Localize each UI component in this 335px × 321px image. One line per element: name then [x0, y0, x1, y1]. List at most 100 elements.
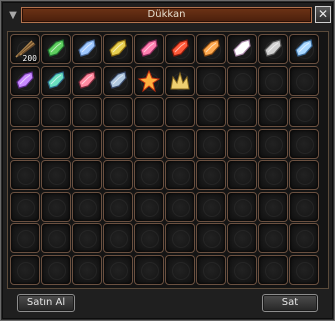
shop-slot[interactable] [165, 160, 195, 190]
shop-slot[interactable] [10, 160, 40, 190]
shop-slot[interactable] [41, 65, 71, 96]
shop-slot[interactable] [258, 128, 288, 159]
shop-slot[interactable] [10, 254, 40, 285]
shop-slot[interactable] [227, 254, 257, 285]
close-button[interactable]: ✕ [315, 6, 331, 23]
shop-slot[interactable] [196, 254, 226, 285]
shop-slot[interactable] [165, 223, 195, 253]
shop-slot[interactable] [196, 128, 226, 159]
purple-gem-icon [13, 69, 37, 93]
shop-slot[interactable] [196, 97, 226, 127]
shop-slot[interactable] [10, 191, 40, 222]
shop-slot[interactable] [289, 254, 319, 285]
shop-slot[interactable] [72, 191, 102, 222]
shop-slot[interactable] [258, 97, 288, 127]
shop-slot[interactable] [227, 34, 257, 64]
window-title: Dükkan [147, 9, 186, 20]
shop-slot[interactable] [41, 254, 71, 285]
shop-slot[interactable] [289, 160, 319, 190]
shop-slot[interactable] [41, 128, 71, 159]
shop-slot[interactable] [10, 97, 40, 127]
shop-slot[interactable] [289, 128, 319, 159]
shop-slot[interactable] [196, 34, 226, 64]
pink-gem-icon [137, 37, 161, 61]
shop-slot[interactable] [134, 65, 164, 96]
red-gem-icon [168, 37, 192, 61]
shop-slot[interactable] [196, 191, 226, 222]
shop-slot[interactable] [41, 223, 71, 253]
shop-slot[interactable] [227, 128, 257, 159]
shop-slot[interactable] [103, 65, 133, 96]
shop-grid-frame: 200 [7, 31, 329, 289]
buy-button[interactable]: Satın Al [17, 294, 75, 312]
shop-slot[interactable] [72, 128, 102, 159]
shop-slot[interactable] [289, 65, 319, 96]
shop-slot[interactable] [196, 223, 226, 253]
green-gem-icon [44, 37, 68, 61]
shop-slot[interactable] [72, 223, 102, 253]
shop-slot[interactable] [72, 254, 102, 285]
shop-slot[interactable] [103, 97, 133, 127]
shop-slot[interactable] [72, 65, 102, 96]
shop-slot[interactable] [258, 65, 288, 96]
white-crystal-icon [230, 37, 254, 61]
golden-crown-icon [168, 69, 192, 93]
shop-slot[interactable] [103, 254, 133, 285]
shop-slot[interactable] [165, 34, 195, 64]
shop-slot[interactable] [165, 191, 195, 222]
shop-slot[interactable] [134, 191, 164, 222]
shop-slot[interactable] [41, 191, 71, 222]
shop-slot[interactable] [227, 223, 257, 253]
title-bar[interactable]: ▼ Dükkan ✕ [5, 5, 332, 25]
shop-slot[interactable] [258, 254, 288, 285]
shield-icon: ▼ [9, 9, 17, 21]
shop-slot[interactable] [258, 34, 288, 64]
shop-slot[interactable] [134, 160, 164, 190]
item-quantity: 200 [22, 54, 37, 63]
shop-slot[interactable] [289, 191, 319, 222]
shop-slot[interactable] [134, 34, 164, 64]
steel-gem-icon [106, 69, 130, 93]
shop-slot[interactable] [227, 97, 257, 127]
shop-slot[interactable] [134, 254, 164, 285]
shop-slot[interactable] [72, 34, 102, 64]
shop-slot[interactable] [289, 97, 319, 127]
shop-slot[interactable] [134, 128, 164, 159]
shop-slot[interactable] [289, 34, 319, 64]
shop-slot[interactable] [103, 128, 133, 159]
close-icon: ✕ [317, 7, 329, 21]
shop-slot[interactable] [165, 254, 195, 285]
yellow-gem-icon [106, 37, 130, 61]
shop-slot[interactable] [227, 160, 257, 190]
shop-slot[interactable] [165, 65, 195, 96]
shop-slot[interactable] [227, 191, 257, 222]
grey-crystal-icon [261, 37, 285, 61]
orange-gem-icon [199, 37, 223, 61]
shop-slot[interactable] [196, 160, 226, 190]
shop-slot[interactable] [10, 65, 40, 96]
shop-slot[interactable] [41, 160, 71, 190]
rose-gem-icon [75, 69, 99, 93]
shop-slot[interactable] [10, 223, 40, 253]
shop-slot[interactable] [41, 34, 71, 64]
shop-slot[interactable] [165, 128, 195, 159]
shop-slot[interactable] [134, 97, 164, 127]
shop-slot[interactable] [103, 34, 133, 64]
shop-slot[interactable] [258, 191, 288, 222]
shop-slot[interactable] [10, 128, 40, 159]
shop-slot[interactable] [41, 97, 71, 127]
shop-slot[interactable] [134, 223, 164, 253]
shop-slot[interactable] [72, 160, 102, 190]
shop-slot[interactable] [227, 65, 257, 96]
shop-slot[interactable] [72, 97, 102, 127]
shop-slot[interactable] [258, 160, 288, 190]
shop-slot[interactable]: 200 [10, 34, 40, 64]
shop-slot[interactable] [165, 97, 195, 127]
shop-slot[interactable] [289, 223, 319, 253]
shop-slot[interactable] [196, 65, 226, 96]
shop-slot[interactable] [103, 160, 133, 190]
shop-slot[interactable] [103, 191, 133, 222]
sell-button[interactable]: Sat [262, 294, 318, 312]
shop-slot[interactable] [258, 223, 288, 253]
shop-slot[interactable] [103, 223, 133, 253]
